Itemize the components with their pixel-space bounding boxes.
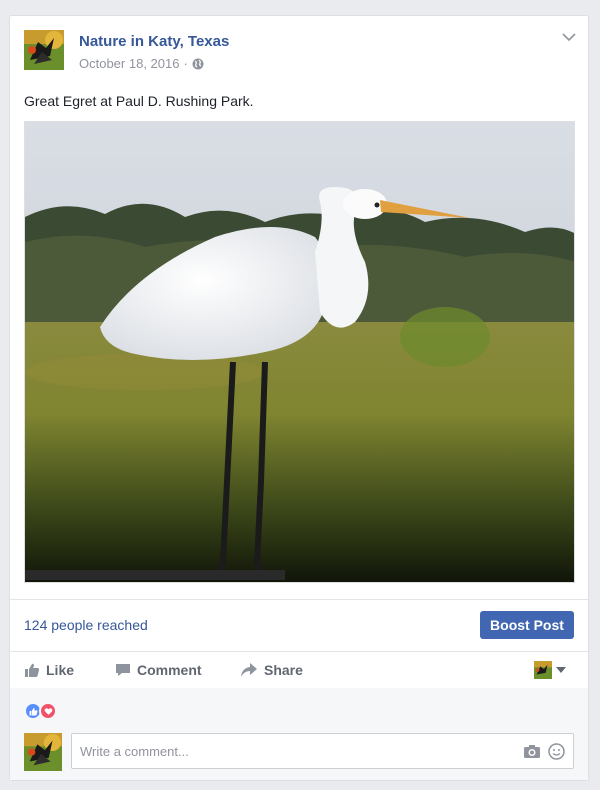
share-label: Share	[264, 662, 303, 678]
like-label: Like	[46, 662, 75, 678]
comment-placeholder: Write a comment...	[80, 744, 189, 759]
post-date[interactable]: October 18, 2016	[79, 56, 179, 71]
egret-photo[interactable]	[24, 121, 575, 583]
love-reaction-icon	[39, 702, 57, 720]
boost-post-button[interactable]: Boost Post	[480, 611, 574, 639]
reaction-icons	[24, 702, 57, 720]
insights-row: 124 people reached Boost Post	[10, 599, 588, 652]
comment-input[interactable]: Write a comment...	[71, 733, 574, 769]
share-arrow-icon	[241, 663, 257, 677]
post-actions: Like Comment Share	[10, 651, 588, 689]
camera-icon[interactable]	[523, 744, 541, 759]
caret-down-icon	[556, 667, 566, 673]
comment-button[interactable]: Comment	[115, 662, 202, 678]
share-button[interactable]: Share	[240, 662, 303, 678]
people-reached-link[interactable]: 124 people reached	[24, 617, 148, 633]
post-caption: Great Egret at Paul D. Rushing Park.	[24, 93, 254, 109]
like-button[interactable]: Like	[24, 662, 74, 678]
reactions-summary[interactable]	[10, 688, 588, 728]
commenter-avatar[interactable]	[24, 733, 62, 771]
page-avatar[interactable]	[24, 30, 64, 70]
globe-icon[interactable]	[192, 58, 204, 70]
comment-composer: Write a comment...	[10, 728, 588, 780]
post-meta: October 18, 2016 ·	[79, 56, 204, 71]
chevron-down-icon[interactable]	[562, 32, 576, 42]
post-card: Nature in Katy, Texas October 18, 2016 ·…	[9, 15, 589, 781]
meta-separator: ·	[183, 56, 188, 71]
comment-label: Comment	[137, 662, 202, 678]
comment-bubble-icon	[116, 664, 130, 676]
page-name-link[interactable]: Nature in Katy, Texas	[79, 33, 229, 50]
small-avatar	[534, 661, 552, 679]
post-as-selector[interactable]	[534, 661, 566, 679]
emoji-icon[interactable]	[548, 743, 565, 760]
thumbs-up-icon	[25, 663, 40, 677]
